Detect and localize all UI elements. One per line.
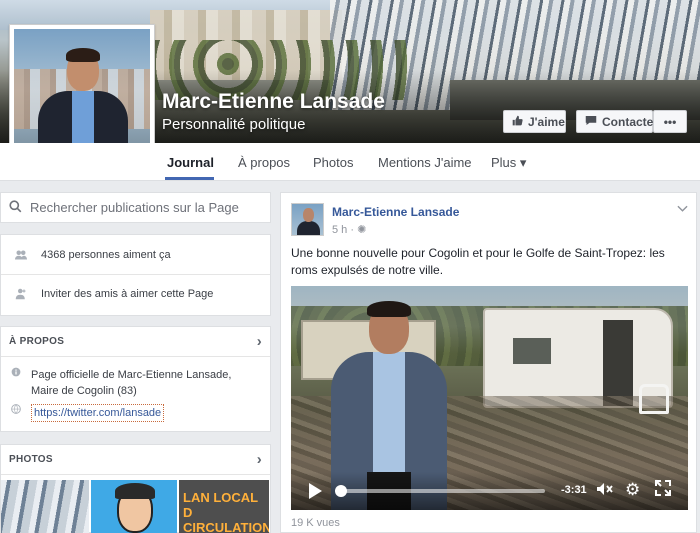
about-header[interactable]: À PROPOS ›	[1, 327, 270, 357]
photos-header[interactable]: PHOTOS ›	[1, 445, 270, 475]
likes-card: 4368 personnes aiment ça Inviter des ami…	[0, 234, 271, 316]
video-time-remaining: -3:31	[561, 484, 587, 496]
avatar-head	[303, 208, 314, 222]
like-page-button[interactable]: J'aime	[503, 110, 566, 133]
mute-icon[interactable]	[596, 482, 614, 499]
post-card: Marc-Etienne Lansade 5 h · ✺ Une bonne n…	[280, 192, 697, 533]
like-page-label: J'aime	[528, 114, 565, 129]
person-shirt	[373, 352, 405, 472]
post-video[interactable]: -3:31 ⚙	[291, 286, 688, 510]
search-input[interactable]: Rechercher publications sur la Page	[30, 200, 239, 215]
tab-photos[interactable]: Photos	[313, 155, 353, 170]
about-description-row: Page officielle de Marc-Etienne Lansade,…	[1, 367, 270, 399]
video-progress-track[interactable]	[339, 489, 545, 493]
post-text: Une bonne nouvelle pour Cogolin et pour …	[291, 246, 665, 277]
invite-row[interactable]: Inviter des amis à aimer cette Page	[1, 288, 270, 300]
about-card: À PROPOS › Page officielle de Marc-Etien…	[0, 326, 271, 432]
cartoon-hair	[115, 483, 155, 499]
search-icon	[9, 199, 22, 216]
more-dots-icon: •••	[663, 114, 677, 129]
video-view-count: 19 K vues	[291, 517, 340, 529]
post-timestamp[interactable]: 5 h · ✺	[332, 223, 366, 236]
person-hair	[367, 301, 411, 317]
globe-icon	[11, 404, 23, 416]
chevron-right-icon: ›	[256, 333, 262, 350]
contact-button[interactable]: Contacter	[576, 110, 658, 133]
gear-icon[interactable]: ⚙	[625, 480, 640, 500]
likes-divider	[1, 274, 270, 275]
video-progress-knob[interactable]	[335, 485, 347, 497]
twitter-link[interactable]: https://twitter.com/lansade	[31, 404, 165, 422]
tab-a-propos[interactable]: À propos	[238, 155, 290, 170]
page-nav: Journal À propos Photos Mentions J'aime …	[0, 143, 700, 181]
active-tab-indicator	[165, 177, 214, 180]
caravan-door	[603, 320, 633, 406]
page-title[interactable]: Marc-Etienne Lansade	[162, 90, 385, 114]
photo-thumbnail-cartoon[interactable]	[91, 480, 177, 533]
photos-title: PHOTOS	[9, 454, 53, 465]
photo-thumbnail-poster[interactable]: LAN LOCAL D CIRCULATION ET DE	[179, 480, 269, 533]
likes-row[interactable]: 4368 personnes aiment ça	[1, 249, 270, 261]
photo-thumbnail-marina[interactable]	[1, 480, 89, 533]
page-search-box[interactable]: Rechercher publications sur la Page	[0, 192, 271, 223]
tab-mentions-jaime[interactable]: Mentions J'aime	[378, 155, 472, 170]
thumbs-up-icon	[512, 115, 523, 129]
caravan-window	[513, 338, 551, 364]
invite-icon	[15, 288, 27, 300]
chevron-right-icon: ›	[256, 451, 262, 468]
invite-text: Inviter des amis à aimer cette Page	[41, 288, 214, 300]
message-icon	[585, 115, 597, 129]
video-chair	[639, 384, 669, 414]
profile-hair	[66, 48, 100, 62]
fullscreen-icon[interactable]	[655, 480, 671, 501]
post-options-chevron-icon[interactable]	[677, 203, 688, 215]
likes-text: 4368 personnes aiment ça	[41, 249, 171, 261]
info-icon	[11, 367, 23, 379]
video-controls: -3:31 ⚙	[291, 472, 688, 510]
post-author-avatar[interactable]	[291, 203, 324, 236]
about-description: Page officielle de Marc-Etienne Lansade,…	[31, 369, 232, 397]
more-options-button[interactable]: •••	[653, 110, 687, 133]
people-icon	[15, 249, 27, 261]
tab-plus[interactable]: Plus ▾	[491, 155, 526, 171]
poster-text: LAN LOCAL D CIRCULATION ET DE	[183, 490, 269, 533]
post-author-name[interactable]: Marc-Etienne Lansade	[332, 205, 459, 219]
post-time: 5 h	[332, 224, 348, 236]
page-category[interactable]: Personnalité politique	[162, 116, 305, 133]
about-title: À PROPOS	[9, 336, 65, 347]
avatar-body	[297, 221, 320, 235]
play-icon[interactable]	[309, 483, 322, 499]
about-link-row: https://twitter.com/lansade	[1, 404, 270, 422]
contact-label: Contacter	[602, 114, 659, 129]
audience-globe-icon: · ✺	[350, 224, 367, 236]
tab-journal[interactable]: Journal	[167, 155, 214, 170]
